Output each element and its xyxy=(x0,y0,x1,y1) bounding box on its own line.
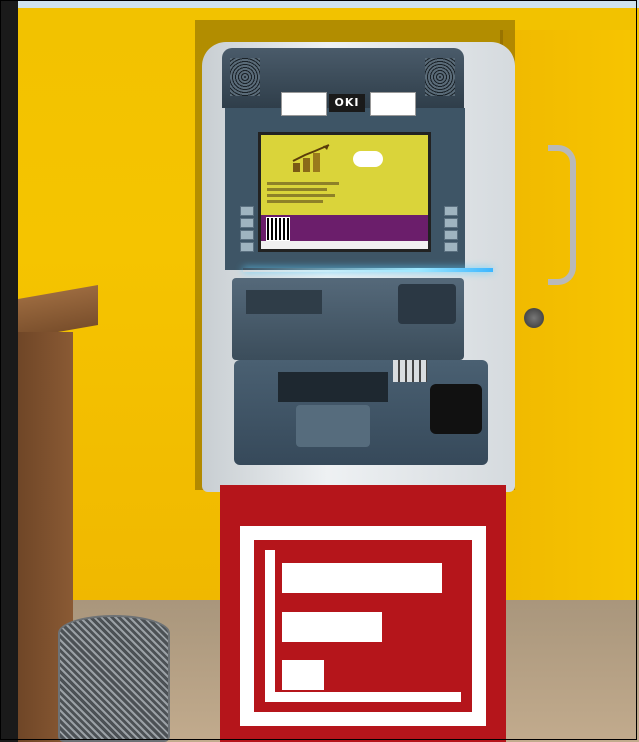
atm-photo: OKI xyxy=(0,0,639,742)
image-border xyxy=(0,0,637,740)
